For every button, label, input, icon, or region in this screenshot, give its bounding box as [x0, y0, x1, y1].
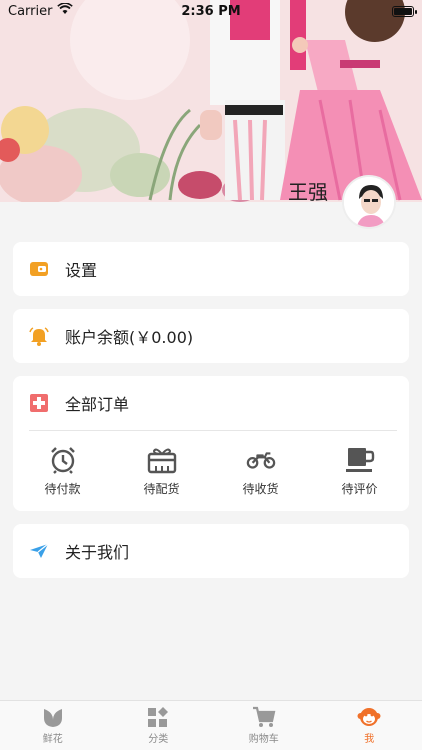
bell-icon — [29, 326, 49, 346]
category-icon — [146, 706, 170, 728]
tab-category[interactable]: 分类 — [106, 701, 212, 750]
cart-icon — [252, 706, 276, 728]
order-pending-packing[interactable]: 待配货 — [112, 431, 211, 511]
tab-flowers-label: 鲜花 — [42, 734, 63, 745]
about-row[interactable]: 关于我们 — [13, 524, 409, 578]
user-name: 王强 — [288, 180, 328, 204]
order-status-list: 待付款 待配货 待收货 待评价 — [13, 431, 409, 511]
tab-category-label: 分类 — [148, 734, 169, 745]
tab-flowers[interactable]: 鲜花 — [0, 701, 106, 750]
balance-label: 账户余额(￥0.00) — [65, 328, 194, 347]
about-label: 关于我们 — [65, 543, 130, 562]
order-pending-packing-label: 待配货 — [143, 481, 180, 496]
tab-cart-label: 购物车 — [248, 734, 279, 745]
order-pending-review-label: 待评价 — [341, 481, 378, 496]
order-pending-payment-label: 待付款 — [44, 481, 81, 496]
all-orders-label: 全部订单 — [65, 395, 130, 414]
orders-card: 全部订单 待付款 待配货 待收货 待评价 — [13, 376, 409, 511]
avatar[interactable] — [342, 175, 396, 229]
status-bar: Carrier 2:36 PM — [0, 0, 422, 22]
cup-icon — [345, 446, 375, 474]
banner-illustration — [0, 0, 422, 202]
tab-cart[interactable]: 购物车 — [211, 701, 317, 750]
cross-box-icon — [29, 393, 49, 413]
motorbike-icon — [246, 446, 276, 474]
order-pending-review[interactable]: 待评价 — [310, 431, 409, 511]
monkey-face-icon — [357, 706, 381, 728]
tab-bar: 鲜花 分类 购物车 我 — [0, 700, 422, 750]
leaf-icon — [41, 706, 65, 728]
send-icon — [29, 541, 49, 561]
tab-me[interactable]: 我 — [317, 701, 422, 750]
avatar-image — [344, 177, 394, 227]
settings-label: 设置 — [65, 261, 98, 280]
order-pending-receipt-label: 待收货 — [242, 481, 279, 496]
battery-icon — [392, 5, 417, 17]
profile-banner — [0, 0, 422, 202]
tab-me-label: 我 — [364, 734, 375, 745]
about-card[interactable]: 关于我们 — [13, 524, 409, 578]
order-pending-receipt[interactable]: 待收货 — [211, 431, 310, 511]
settings-row[interactable]: 设置 — [13, 242, 409, 296]
balance-row[interactable]: 账户余额(￥0.00) — [13, 309, 409, 363]
gift-icon — [147, 446, 177, 474]
carrier-label: Carrier — [8, 3, 53, 19]
all-orders-row[interactable]: 全部订单 — [13, 376, 409, 430]
wifi-icon — [57, 2, 74, 19]
order-pending-payment[interactable]: 待付款 — [13, 431, 112, 511]
balance-card[interactable]: 账户余额(￥0.00) — [13, 309, 409, 363]
settings-card[interactable]: 设置 — [13, 242, 409, 296]
wallet-icon — [29, 259, 49, 279]
alarm-clock-icon — [48, 446, 78, 474]
